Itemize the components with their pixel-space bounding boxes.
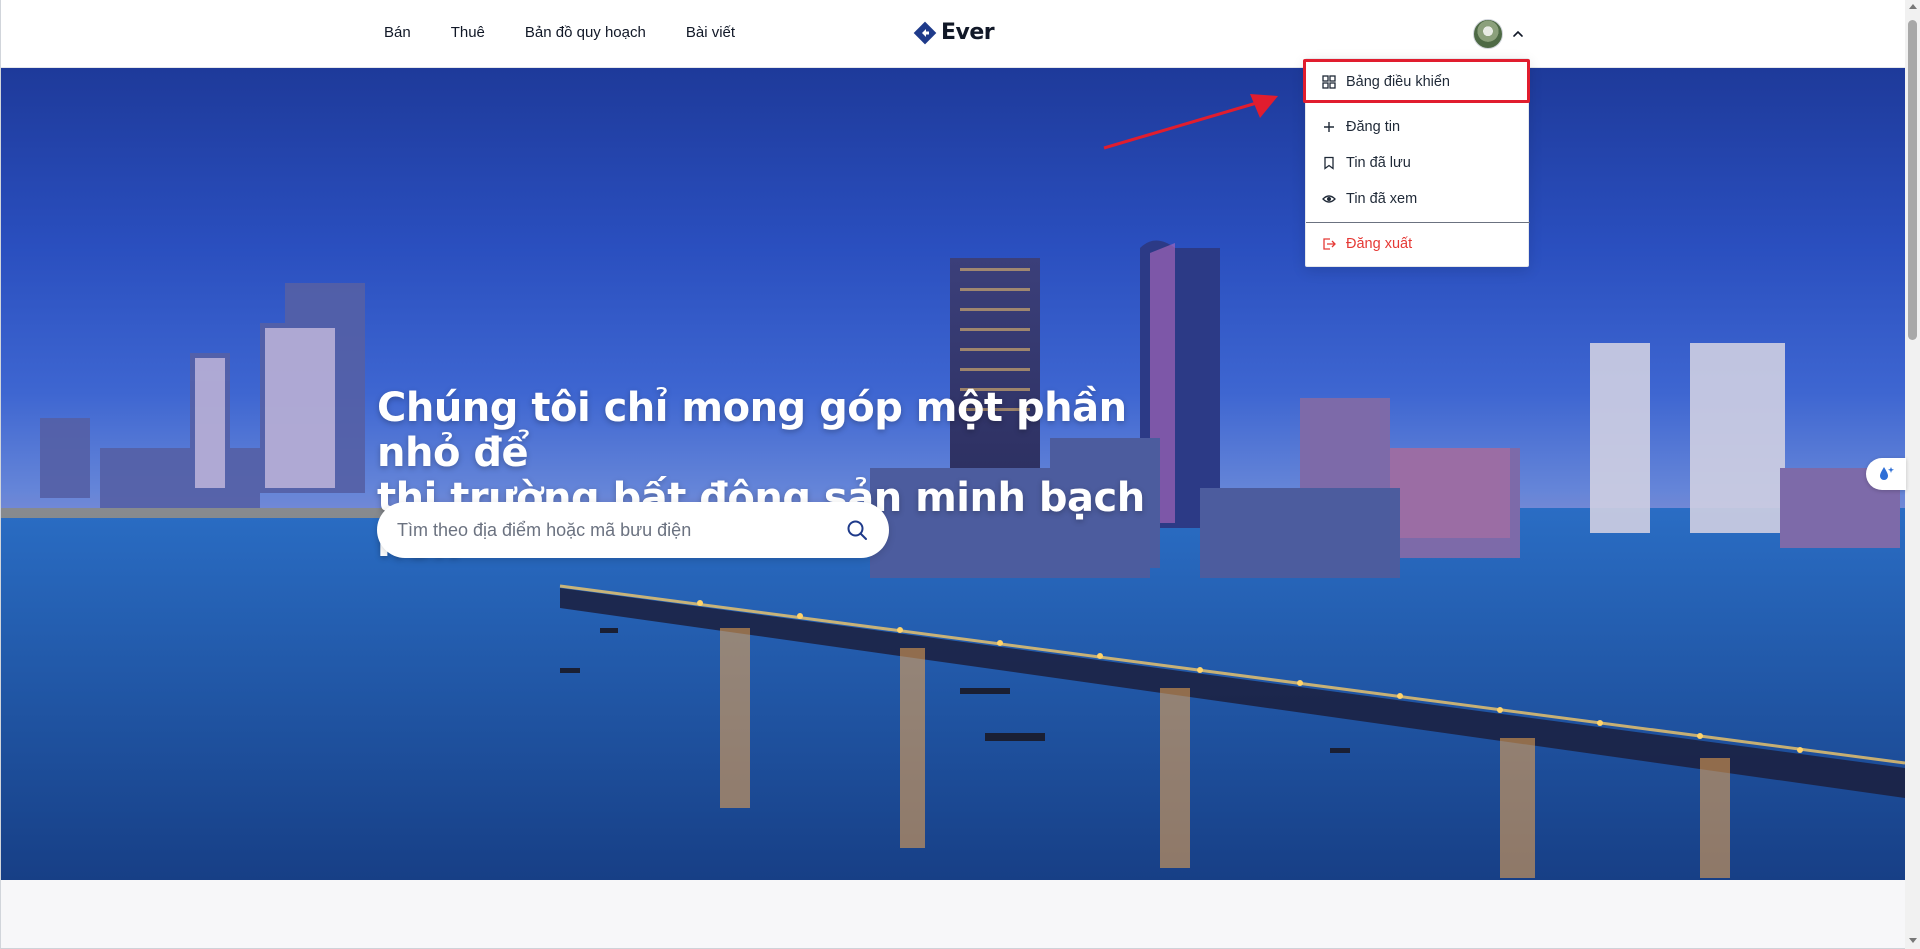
menu-item-post-listing[interactable]: Đăng tin <box>1322 119 1400 135</box>
logo-diamond-icon <box>913 21 937 44</box>
menu-item-dashboard[interactable]: Bảng điều khiển <box>1322 74 1450 90</box>
vertical-scrollbar[interactable] <box>1905 0 1920 949</box>
menu-item-viewed[interactable]: Tin đã xem <box>1322 191 1417 207</box>
menu-item-post-listing-label: Đăng tin <box>1346 119 1401 135</box>
page-below-hero <box>0 880 1905 949</box>
nav-ban[interactable]: Bán <box>384 24 411 41</box>
scroll-down-icon[interactable] <box>1909 938 1917 943</box>
hero-banner: Chúng tôi chỉ mong góp một phần nhỏ để t… <box>0 68 1905 880</box>
menu-item-saved[interactable]: Tin đã lưu <box>1322 155 1411 171</box>
chevron-up-icon[interactable] <box>1511 27 1525 41</box>
menu-item-logout-label: Đăng xuất <box>1346 236 1413 252</box>
menu-divider <box>1306 222 1530 223</box>
hero-search-bar <box>377 502 889 558</box>
headline-line-1: Chúng tôi chỉ mong góp một phần nhỏ để <box>377 385 1127 476</box>
user-menu-toggle[interactable] <box>1473 19 1525 49</box>
eye-icon <box>1322 195 1336 203</box>
logo-text: Ever <box>941 20 995 45</box>
search-icon[interactable] <box>845 518 869 542</box>
menu-item-dashboard-label: Bảng điều khiển <box>1346 74 1450 90</box>
nav-bai-viet[interactable]: Bài viết <box>686 24 735 41</box>
menu-item-logout[interactable]: Đăng xuất <box>1322 236 1412 252</box>
top-header: Bán Thuê Bản đồ quy hoạch Bài viết Ever <box>0 0 1905 68</box>
main-nav: Bán Thuê Bản đồ quy hoạch Bài viết <box>384 24 775 41</box>
nav-ban-do-quy-hoach[interactable]: Bản đồ quy hoạch <box>525 24 646 41</box>
scroll-up-icon[interactable] <box>1909 4 1917 9</box>
site-logo[interactable]: Ever <box>913 20 995 45</box>
floating-widget-button[interactable] <box>1866 458 1906 490</box>
nav-thue[interactable]: Thuê <box>451 24 485 41</box>
plus-icon <box>1324 122 1334 132</box>
logout-icon <box>1323 238 1336 250</box>
annotation-arrow-icon <box>1103 94 1278 150</box>
menu-item-saved-label: Tin đã lưu <box>1346 155 1411 171</box>
avatar[interactable] <box>1473 19 1503 49</box>
dashboard-icon <box>1322 75 1336 89</box>
bookmark-icon <box>1324 156 1334 170</box>
user-dropdown-menu: Bảng điều khiển Đăng tin Tin đã lưu Tin … <box>1305 58 1530 267</box>
menu-item-viewed-label: Tin đã xem <box>1346 191 1418 207</box>
water-drop-icon <box>1880 467 1894 480</box>
scroll-thumb[interactable] <box>1908 20 1917 340</box>
search-input[interactable] <box>397 519 845 541</box>
